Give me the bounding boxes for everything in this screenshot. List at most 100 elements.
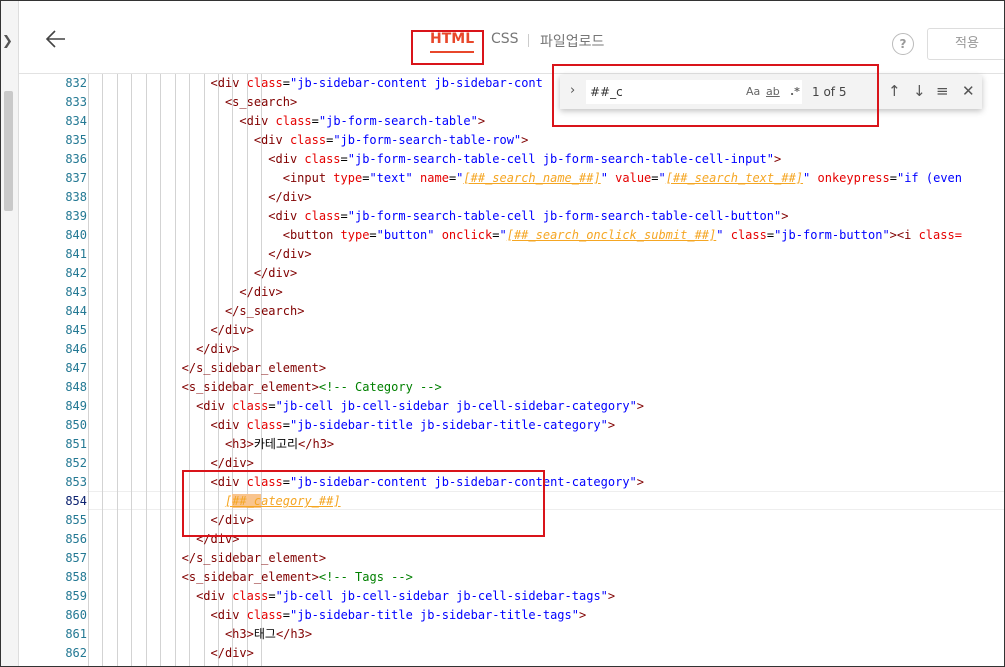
indent-guide (174, 74, 176, 666)
code-token: "text" (369, 171, 413, 185)
app-window: ❯ HTML CSS 파일업로드 ? 적용 832 833 834 835 836 837… (0, 0, 1005, 667)
code-line[interactable]: <div class="jb-form-search-table"> (239, 112, 485, 131)
code-line[interactable]: <h3>태그</h3> (225, 625, 312, 644)
code-token: </div> (268, 190, 312, 204)
line-number: 841 (65, 247, 87, 261)
code-token: </div> (210, 323, 254, 337)
close-icon[interactable]: ✕ (962, 82, 975, 100)
line-number: 857 (65, 551, 87, 565)
code-line[interactable]: <s_sidebar_element><!-- Tags --> (182, 568, 413, 587)
code-token: = (311, 114, 319, 128)
code-token: <div (196, 399, 233, 413)
line-number: 840 (65, 228, 87, 242)
code-token: class (232, 399, 269, 413)
code-token: > (607, 418, 616, 432)
code-line[interactable]: </s_sidebar_element> (182, 359, 327, 378)
code-line[interactable]: </div> (268, 188, 311, 207)
line-number: 832 (65, 76, 87, 90)
scrollbar-thumb[interactable] (4, 91, 13, 211)
code-token: > (477, 114, 486, 128)
code-token: "button" (376, 228, 435, 242)
code-token: <s_sidebar_element> (181, 380, 319, 394)
arrow-up-icon[interactable]: ↑ (888, 82, 901, 100)
code-token: <div (268, 152, 305, 166)
code-token: </s_sidebar_element> (181, 361, 327, 375)
code-line[interactable]: <div class="jb-sidebar-title jb-sidebar-… (211, 416, 616, 435)
code-line[interactable]: <h3>카테고리</h3> (225, 435, 334, 454)
code-line[interactable]: </div> (239, 283, 282, 302)
line-number: 862 (65, 646, 87, 660)
code-token: </div> (268, 247, 312, 261)
code-line[interactable]: </s_search> (225, 302, 304, 321)
code-token: = (889, 171, 897, 185)
apply-button[interactable]: 적용 (927, 28, 1004, 60)
code-token: [##_search_onclick_submit_##] (506, 228, 717, 242)
code-token: > (774, 152, 782, 166)
code-token: <div (210, 608, 247, 622)
code-token: > (607, 589, 616, 603)
code-token: = (282, 608, 290, 622)
code-line[interactable]: <div class="jb-form-search-table-row"> (254, 131, 529, 150)
line-number: 842 (65, 266, 87, 280)
code-line[interactable]: <s_search> (225, 93, 297, 112)
tab-file-upload[interactable]: 파일업로드 (540, 31, 604, 51)
code-line[interactable]: <input type="text" name="[##_search_name… (283, 169, 962, 188)
code-line[interactable]: </div> (211, 321, 254, 340)
code-line[interactable]: <div class="jb-cell jb-cell-sidebar jb-c… (196, 397, 644, 416)
code-token: = (282, 76, 290, 90)
code-token: class (730, 228, 767, 242)
chevron-right-icon[interactable]: ❯ (2, 34, 13, 49)
code-line[interactable]: </div> (211, 644, 254, 663)
code-token: </div> (239, 285, 283, 299)
line-number: 839 (65, 209, 87, 223)
code-line[interactable]: </div> (254, 264, 297, 283)
code-token: "jb-sidebar-title jb-sidebar-title-categ… (290, 418, 608, 432)
line-number: 861 (65, 627, 87, 641)
code-token: <button (282, 228, 341, 242)
help-icon[interactable]: ? (892, 33, 914, 55)
find-in-selection-icon[interactable]: ≡ (936, 82, 949, 100)
code-token: <!-- Category --> (318, 380, 442, 394)
code-line[interactable]: <div class="jb-sidebar-content jb-sideba… (211, 74, 543, 93)
code-token: "jb-sidebar-content jb-sidebar-cont (290, 76, 543, 90)
code-editor[interactable]: 832 833 834 835 836 837 838 839 840 841 842 843 844 8… (19, 74, 1004, 666)
code-token: value (615, 171, 652, 185)
line-number: 836 (65, 152, 87, 166)
line-number-gutter: 832 833 834 835 836 837 838 839 840 841 842 843 844 8… (19, 74, 87, 666)
indent-guide (160, 74, 162, 666)
code-line[interactable]: </div> (268, 245, 311, 264)
code-line[interactable]: <div class="jb-form-search-table-cell jb… (268, 150, 781, 169)
code-token: = (651, 171, 659, 185)
code-token: > (636, 399, 645, 413)
code-token: = (282, 418, 290, 432)
code-token: class= (918, 228, 962, 242)
code-line[interactable]: </div> (196, 340, 239, 359)
indent-guide (116, 74, 118, 666)
line-number: 858 (65, 570, 87, 584)
line-number: 860 (65, 608, 87, 622)
code-line[interactable]: <s_sidebar_element><!-- Category --> (182, 378, 442, 397)
code-token: class (304, 152, 341, 166)
code-token: = (268, 399, 276, 413)
code-token: class (304, 209, 341, 223)
code-token: [##_search_text_##] (665, 171, 804, 185)
code-line[interactable]: <div class="jb-cell jb-cell-sidebar jb-c… (196, 587, 615, 606)
code-token: "jb-form-search-table-cell jb-form-searc… (347, 209, 782, 223)
line-number: 854 (65, 494, 87, 508)
code-token: = (340, 209, 348, 223)
code-area[interactable]: <div class="jb-sidebar-content jb-sideba… (87, 74, 1004, 666)
code-token: type (333, 171, 363, 185)
code-line[interactable]: <div class="jb-form-search-table-cell jb… (268, 207, 788, 226)
back-arrow-icon[interactable] (44, 27, 68, 51)
code-line[interactable]: </s_sidebar_element> (182, 549, 327, 568)
line-number: 856 (65, 532, 87, 546)
line-number: 853 (65, 475, 87, 489)
code-token: </div> (210, 646, 254, 660)
tab-css[interactable]: CSS (491, 31, 519, 47)
arrow-down-icon[interactable]: ↓ (913, 82, 926, 100)
code-line[interactable]: <div class="jb-sidebar-title jb-sidebar-… (211, 606, 587, 625)
code-token: onclick (441, 228, 493, 242)
code-line[interactable]: <button type="button" onclick="[##_searc… (283, 226, 962, 245)
